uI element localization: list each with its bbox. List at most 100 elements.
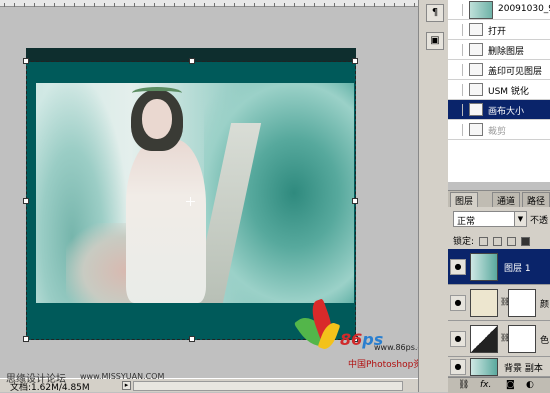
layer-thumbnail [470, 253, 498, 281]
ruler-tick [214, 3, 215, 7]
mask-thumbnail [508, 325, 536, 353]
layers-tabs: 图层 通道 路径 [448, 191, 550, 207]
history-snapshot[interactable]: 20091030_9 [448, 0, 550, 20]
ruler-tick [304, 3, 305, 7]
history-step-icon [469, 43, 483, 56]
transform-center-icon[interactable] [186, 197, 195, 206]
eye-icon[interactable]: ● [450, 259, 466, 275]
ruler-tick [54, 3, 55, 7]
ruler-tick [174, 3, 175, 7]
handle-middle-left[interactable] [23, 198, 29, 204]
forum-watermark: 思缘设计论坛 [6, 374, 66, 385]
ruler-tick [4, 3, 5, 7]
paragraph-icon[interactable]: ¶ [426, 4, 444, 22]
handle-bottom-center[interactable] [189, 336, 195, 342]
tab-paths[interactable]: 路径 [522, 192, 550, 207]
levels-thumbnail [470, 325, 498, 353]
link-icon[interactable]: ⛓ [458, 380, 469, 390]
ruler-tick [134, 3, 135, 7]
layer-thumbnail [470, 358, 498, 376]
horizontal-scrollbar[interactable] [133, 381, 403, 391]
adjustment-thumbnail [470, 289, 498, 317]
blend-mode-select[interactable]: 正常 ▼ [453, 211, 527, 227]
handle-top-center[interactable] [189, 58, 195, 64]
canvas-workspace[interactable]: 86ps www.86ps.com 中国Photoshop资源网 [0, 0, 440, 378]
ruler-tick [274, 3, 275, 7]
site-logo: 86ps www.86ps.com 中国Photoshop资源网 [293, 298, 440, 372]
layers-panel: 图层 通道 路径 正常 ▼ 不透 锁定: ● 图层 1 ● ⛓ 颜 ● ⛓ 色 … [448, 190, 550, 393]
lock-transparency-icon[interactable] [478, 237, 488, 246]
ruler-tick [244, 3, 245, 7]
mask-icon[interactable]: ◙ [506, 380, 515, 390]
ruler-tick [94, 3, 95, 7]
ruler-tick [144, 3, 145, 7]
ruler-tick [264, 3, 265, 7]
ruler-tick [314, 3, 315, 7]
snapshot-thumbnail [469, 1, 493, 19]
history-item[interactable]: 打开 [448, 20, 550, 40]
handle-top-left[interactable] [23, 58, 29, 64]
ruler-tick [194, 3, 195, 7]
lock-pixels-icon[interactable] [492, 237, 502, 246]
history-step-icon [469, 83, 483, 96]
ruler-tick [24, 3, 25, 7]
ruler-tick [394, 3, 395, 7]
tab-channels[interactable]: 通道 [492, 192, 521, 207]
panel-dock: ¶ ▣ [418, 0, 448, 392]
chevron-down-icon: ▼ [514, 212, 526, 226]
navigator-icon[interactable]: ▣ [426, 32, 444, 50]
ruler-tick [294, 3, 295, 7]
ruler-tick [384, 3, 385, 7]
crop-icon [469, 123, 483, 136]
ruler-tick [344, 3, 345, 7]
ruler-tick [154, 3, 155, 7]
ruler-tick [254, 3, 255, 7]
history-item[interactable]: 删除图层 [448, 40, 550, 60]
eye-icon[interactable]: ● [450, 295, 466, 311]
ruler-tick [284, 3, 285, 7]
ruler-tick [74, 3, 75, 7]
handle-middle-right[interactable] [352, 198, 358, 204]
eye-icon[interactable]: ● [450, 331, 466, 347]
ruler-tick [124, 3, 125, 7]
fx-icon[interactable]: fx. [480, 380, 491, 390]
handle-top-right[interactable] [352, 58, 358, 64]
ruler-tick [64, 3, 65, 7]
ruler-tick [164, 3, 165, 7]
forum-url: www.MISSYUAN.COM [80, 372, 165, 381]
ruler-tick [204, 3, 205, 7]
ruler-tick [234, 3, 235, 7]
ruler-tick [84, 3, 85, 7]
eye-icon[interactable]: ● [450, 359, 466, 375]
lock-all-icon[interactable] [520, 237, 530, 246]
ruler-tick [354, 3, 355, 7]
history-step-icon [469, 103, 483, 116]
history-item[interactable]: USM 锐化 [448, 80, 550, 100]
ruler-tick [414, 3, 415, 7]
horizontal-ruler [0, 0, 418, 7]
ruler-tick [104, 3, 105, 7]
ruler-tick [14, 3, 15, 7]
ruler-tick [334, 3, 335, 7]
history-item[interactable]: 盖印可见图层 [448, 60, 550, 80]
history-item-active[interactable]: 画布大小 [448, 100, 550, 120]
history-step-icon [469, 23, 483, 36]
history-item[interactable]: 裁剪 [448, 120, 550, 140]
layer-row[interactable]: ● ⛓ 色 [448, 321, 550, 357]
opacity-label: 不透 [530, 216, 549, 226]
ruler-tick [34, 3, 35, 7]
ruler-tick [44, 3, 45, 7]
layer-row[interactable]: ● 背景 副本 [448, 357, 550, 377]
ruler-tick [374, 3, 375, 7]
lock-row: 锁定: [453, 234, 530, 247]
ruler-tick [324, 3, 325, 7]
layer-row-active[interactable]: ● 图层 1 [448, 249, 550, 285]
handle-bottom-left[interactable] [23, 336, 29, 342]
lock-position-icon[interactable] [506, 237, 516, 246]
history-step-icon [469, 63, 483, 76]
adjustment-icon[interactable]: ◐ [526, 380, 534, 390]
status-menu-arrow-icon[interactable]: ▸ [122, 381, 131, 390]
tab-layers[interactable]: 图层 [450, 192, 479, 207]
layer-row[interactable]: ● ⛓ 颜 [448, 285, 550, 321]
history-panel: 20091030_9 打开 删除图层 盖印可见图层 USM 锐化 画布大小 裁剪 [448, 0, 550, 182]
